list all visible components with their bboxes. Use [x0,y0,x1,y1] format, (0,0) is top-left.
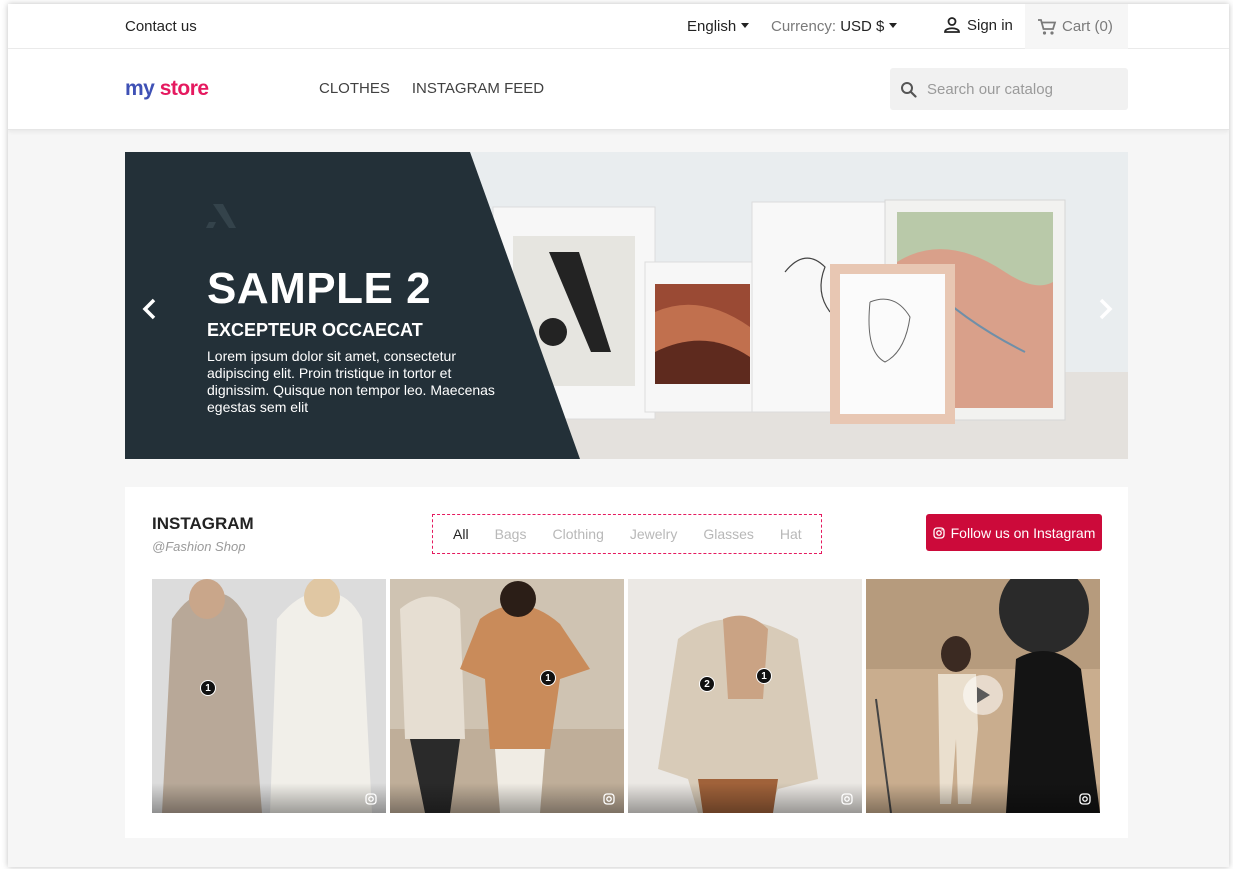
play-video-button[interactable] [963,675,1003,715]
instagram-post[interactable]: 1 [152,579,386,813]
category-filter-bar: All Bags Clothing Jewelry Glasses Hat [432,514,822,554]
top-bar: Contact us English Currency: USD $ Sign … [8,4,1229,49]
instagram-post[interactable]: 1 [390,579,624,813]
product-tag-dot[interactable]: 2 [699,676,715,692]
caret-down-icon [741,23,750,28]
instagram-grid: 1 1 2 1 [152,579,1100,813]
tile-shade [152,783,386,813]
instagram-feed-block: INSTAGRAM @Fashion Shop All Bags Clothin… [125,487,1128,838]
nav-item-clothes[interactable]: CLOTHES [319,80,390,97]
play-icon [977,687,990,703]
instagram-post[interactable] [866,579,1100,813]
tile-shade [390,783,624,813]
sign-in-link[interactable]: Sign in [943,16,1013,34]
language-label: English [687,18,737,35]
instagram-icon [1079,793,1091,805]
post-image [628,579,862,813]
nav-item-instagram-feed[interactable]: INSTAGRAM FEED [412,80,544,97]
store-logo[interactable]: my store [125,77,209,101]
chevron-right-icon[interactable] [1095,297,1115,321]
site-header: my store CLOTHES INSTAGRAM FEED [8,49,1229,130]
home-slider: SAMPLE 2 EXCEPTEUR OCCAECAT Lorem ipsum … [125,152,1128,459]
slide-subtitle: EXCEPTEUR OCCAECAT [207,320,423,340]
currency-label: Currency: [771,18,837,35]
search-input[interactable] [927,80,1117,98]
slide-title: SAMPLE 2 [207,264,432,313]
tile-shade [866,783,1100,813]
currency-value: USD $ [840,18,885,35]
filter-bags[interactable]: Bags [495,526,527,542]
currency-selector[interactable]: Currency: USD $ [771,18,898,35]
cart-icon [1038,18,1057,35]
cart-button[interactable]: Cart (0) [1025,4,1128,49]
slide-description: Lorem ipsum dolor sit amet, consectetur … [207,348,495,415]
filter-all[interactable]: All [453,526,469,542]
language-selector[interactable]: English [687,18,750,35]
follow-label: Follow us on Instagram [950,524,1096,541]
instagram-icon [932,526,945,539]
user-icon [944,17,960,33]
product-tag-dot[interactable]: 1 [540,670,556,686]
filter-hat[interactable]: Hat [780,526,802,542]
filter-glasses[interactable]: Glasses [703,526,754,542]
instagram-icon [841,793,853,805]
product-tag-dot[interactable]: 1 [200,680,216,696]
post-image [152,579,386,813]
caret-down-icon [889,23,898,28]
contact-us-link[interactable]: Contact us [125,18,197,35]
cart-label: Cart (0) [1062,18,1113,35]
tile-shade [628,783,862,813]
browser-page: Contact us English Currency: USD $ Sign … [8,4,1229,867]
filter-jewelry[interactable]: Jewelry [630,526,677,542]
instagram-icon [603,793,615,805]
main-nav: CLOTHES INSTAGRAM FEED [319,80,544,97]
instagram-icon [365,793,377,805]
search-icon[interactable] [900,81,917,98]
logo-text-part1: my [125,77,155,100]
filter-clothing[interactable]: Clothing [552,526,603,542]
search-box [890,68,1128,110]
product-tag-dot[interactable]: 1 [756,668,772,684]
logo-text-part2: store [159,77,209,100]
instagram-title: INSTAGRAM [152,514,254,533]
sign-in-label: Sign in [967,16,1013,34]
follow-instagram-button[interactable]: Follow us on Instagram [926,514,1102,551]
post-image [390,579,624,813]
instagram-post[interactable]: 2 1 [628,579,862,813]
instagram-handle: @Fashion Shop [152,539,246,554]
chevron-left-icon[interactable] [140,297,160,321]
